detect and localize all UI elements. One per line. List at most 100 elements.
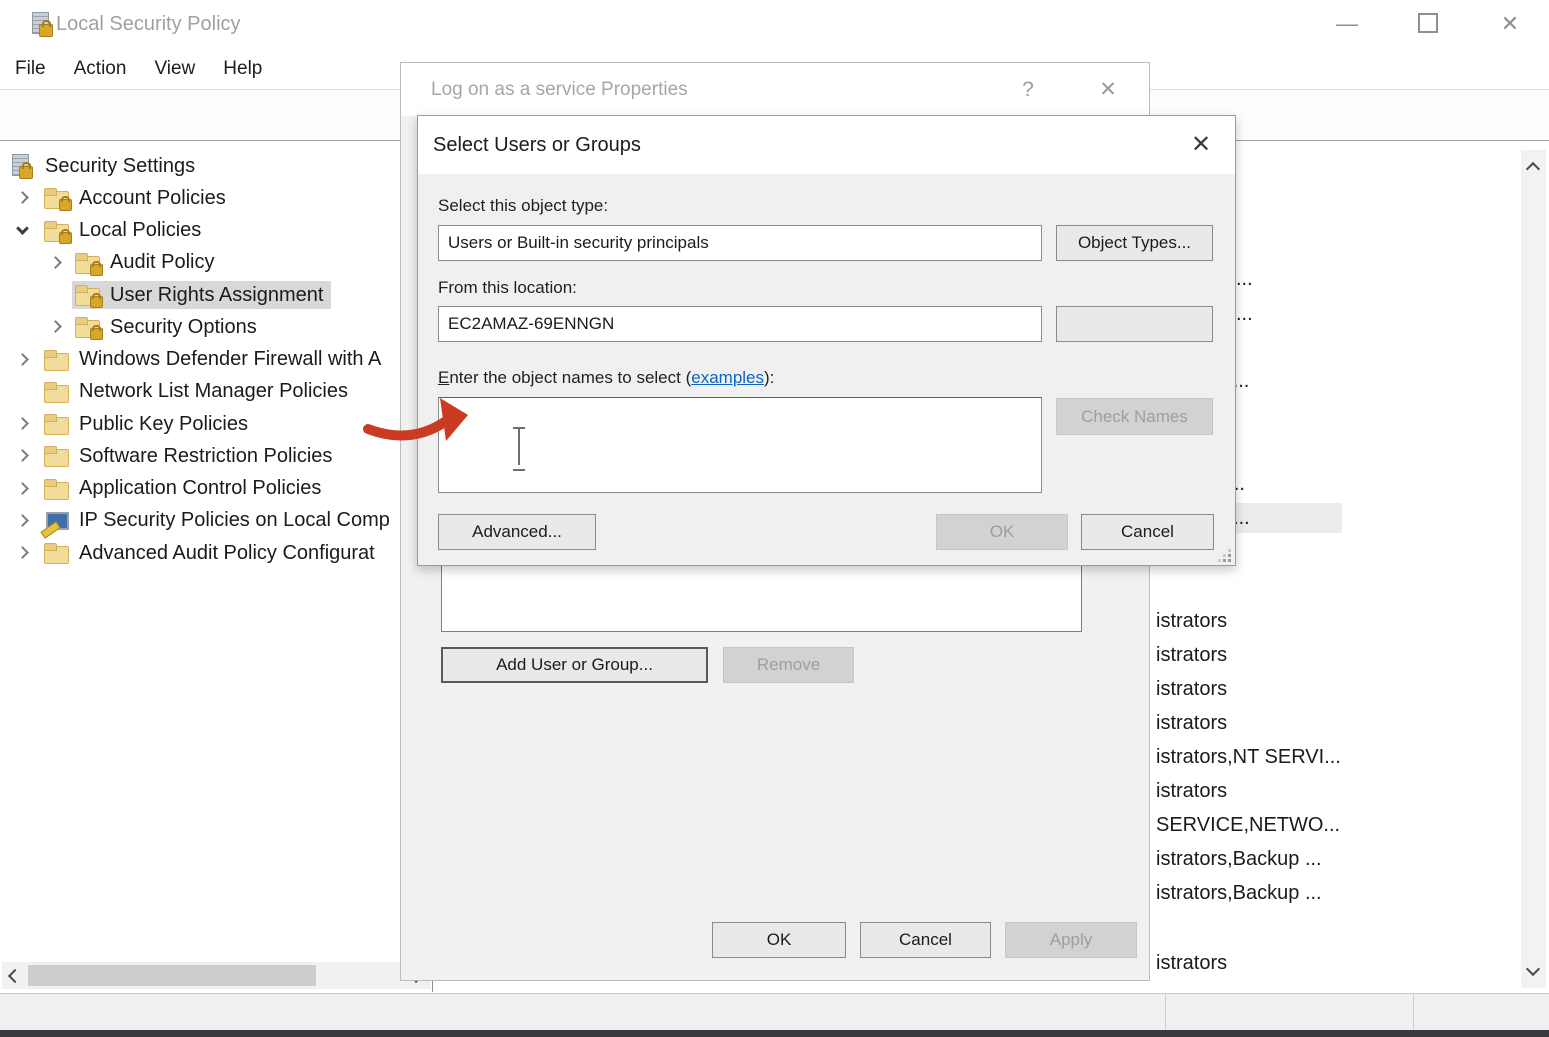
tree-item[interactable]: Audit Policy [0,247,432,279]
chevron-right-icon[interactable] [16,417,29,430]
close-button[interactable]: ✕ [1487,0,1533,48]
policy-row-fragment[interactable]: istrators [1150,708,1233,738]
tree-item-content: Local Policies [41,217,209,245]
tree-item-content: Application Control Policies [41,475,329,503]
ok-button[interactable]: OK [936,514,1068,550]
policy-row-fragment[interactable]: istrators,NT SERVI... [1150,742,1347,772]
tree-item-label: Network List Manager Policies [79,380,348,403]
folder-lock-icon [44,219,70,243]
tree-item-content: Network List Manager Policies [41,378,356,406]
add-user-or-group-button[interactable]: Add User or Group... [441,647,708,683]
maximize-button[interactable] [1405,0,1451,48]
ok-button[interactable]: OK [712,922,846,958]
local-security-policy-window: Local Security Policy — ✕ File Action Vi… [0,0,1549,1037]
tree-item[interactable]: Security Settings [0,150,432,182]
window-title: Local Security Policy [56,0,241,48]
access-key: E [438,368,449,387]
folder-icon [44,444,70,468]
examples-link[interactable]: examples [691,368,764,387]
dialog-title: Log on as a service Properties [431,63,688,116]
cancel-button[interactable]: Cancel [860,922,991,958]
object-names-label: Enter the object names to select (exampl… [438,368,774,388]
tree-item[interactable]: IP Security Policies on Local Comp [0,505,432,537]
tree-item-label: Audit Policy [110,251,215,274]
chevron-right-icon[interactable] [16,353,29,366]
tree-item-label: Windows Defender Firewall with A [79,348,381,371]
maximize-icon [1418,13,1438,33]
menu-file[interactable]: File [15,58,46,80]
title-bar: Local Security Policy — ✕ [0,0,1549,48]
tree-item-content: Public Key Policies [41,410,256,438]
tree-item[interactable]: Application Control Policies [0,473,432,505]
policy-row-fragment[interactable]: SERVICE,NETWO... [1150,810,1346,840]
folder-lock-icon [75,251,101,275]
tree-item-content: User Rights Assignment [72,281,331,309]
status-separator [1413,994,1414,1031]
policy-row-fragment[interactable]: istrators [1150,674,1233,704]
scrollbar-thumb[interactable] [28,965,316,986]
policy-row-fragment[interactable]: istrators,Backup ... [1150,878,1328,908]
ipsec-icon [44,509,70,533]
select-users-or-groups-dialog: Select Users or Groups ✕ Select this obj… [417,115,1236,566]
tree-item-label: Account Policies [79,187,226,210]
tree-item-label: Application Control Policies [79,477,321,500]
tree-item[interactable]: Advanced Audit Policy Configurat [0,537,432,569]
chevron-right-icon[interactable] [16,514,29,527]
tree-item[interactable]: User Rights Assignment [0,279,432,311]
menu-action[interactable]: Action [74,58,127,80]
status-bar [0,993,1549,1030]
object-types-button[interactable]: Object Types... [1056,225,1213,261]
policy-row-fragment[interactable]: istrators,Backup ... [1150,844,1328,874]
policy-row-fragment[interactable]: istrators [1150,776,1233,806]
tree-item-label: Security Options [110,316,257,339]
tree-item-content: Security Settings [7,152,203,180]
object-names-input[interactable] [438,397,1042,493]
dialog-title-bar: Select Users or Groups ✕ [418,116,1235,174]
chevron-right-icon[interactable] [49,320,62,333]
console-tree-panel: Security Settings Account Policies Local P… [0,147,433,992]
chevron-right-icon[interactable] [16,449,29,462]
menu-view[interactable]: View [154,58,195,80]
tree-item[interactable]: Local Policies [0,215,432,247]
location-field[interactable]: EC2AMAZ-69ENNGN [438,306,1042,342]
chevron-right-icon[interactable] [16,546,29,559]
policy-row-fragment[interactable]: istrators [1150,640,1233,670]
tree-item[interactable]: Account Policies [0,182,432,214]
dialog-close-button[interactable]: ✕ [1176,116,1226,174]
chevron-right-icon[interactable] [16,191,29,204]
scroll-down-icon[interactable] [1526,962,1540,976]
scroll-up-icon[interactable] [1526,162,1540,176]
app-icon [30,12,54,36]
chevron-right-icon[interactable] [16,482,29,495]
remove-button[interactable]: Remove [723,647,854,683]
object-type-label: Select this object type: [438,196,608,216]
chevron-right-icon[interactable] [49,256,62,269]
tree-item-content: Windows Defender Firewall with A [41,346,389,374]
menu-help[interactable]: Help [223,58,262,80]
dialog-close-button[interactable]: ✕ [1083,63,1133,116]
tree-horizontal-scrollbar[interactable] [2,962,431,989]
folder-lock-icon [75,283,101,307]
apply-button[interactable]: Apply [1005,922,1137,958]
check-names-button[interactable]: Check Names [1056,398,1213,435]
folder-icon [44,412,70,436]
dialog-help-button[interactable]: ? [1003,63,1053,116]
cancel-button[interactable]: Cancel [1081,514,1214,550]
policy-row-fragment[interactable]: istrators [1150,948,1233,978]
tree-item[interactable]: Security Options [0,311,432,343]
dialog-title: Select Users or Groups [433,116,641,174]
dialog-title-bar: Log on as a service Properties ? ✕ [401,63,1149,116]
tree-item-label: Local Policies [79,219,201,242]
tree-item[interactable]: Windows Defender Firewall with A [0,344,432,376]
assigned-users-listbox[interactable] [441,559,1082,632]
vertical-scrollbar[interactable] [1521,150,1546,988]
object-type-field[interactable]: Users or Built-in security principals [438,225,1042,261]
scroll-left-icon[interactable] [8,969,22,983]
policy-row-fragment[interactable]: istrators [1150,606,1233,636]
chevron-down-icon[interactable] [16,222,29,235]
label-text: nter the object names to select ( [449,368,691,387]
advanced-button[interactable]: Advanced... [438,514,596,550]
resize-grip[interactable] [1217,548,1231,562]
minimize-button[interactable]: — [1324,0,1370,48]
locations-button[interactable] [1056,306,1213,342]
